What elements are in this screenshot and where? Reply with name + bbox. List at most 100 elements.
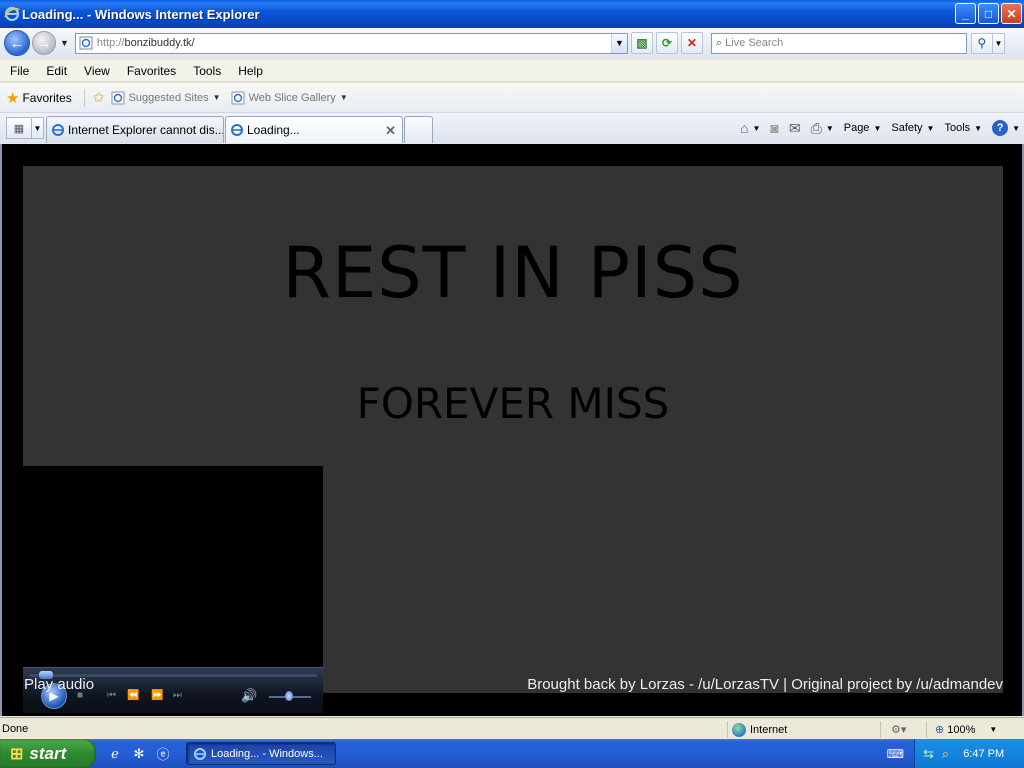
help-button[interactable]: ? ▼ (992, 120, 1020, 136)
quick-tabs-button[interactable]: ▦ (6, 117, 32, 139)
zoom-level: 100% (947, 723, 976, 736)
globe-icon (732, 722, 746, 737)
security-zone[interactable]: Internet (727, 721, 877, 738)
command-bar: ⌂ ▼ ◙ ✉ ⎙ ▼ Page ▼ Safety ▼ Tools ▼ ? ▼ (730, 117, 1020, 139)
menu-bar: File Edit View Favorites Tools Help (0, 60, 1024, 82)
menu-favorites[interactable]: Favorites (117, 64, 183, 78)
new-tab-button[interactable] (404, 116, 433, 143)
print-button[interactable]: ⎙ ▼ (811, 120, 834, 137)
printer-icon: ⎙ (810, 119, 822, 136)
chevron-down-icon: ▼ (339, 93, 348, 102)
search-options-dropdown[interactable]: ▼ (992, 32, 1005, 54)
safety-menu[interactable]: Safety ▼ (891, 122, 934, 134)
protected-mode-indicator[interactable]: ⚙▾ (880, 721, 924, 738)
tab-list-dropdown[interactable]: ▼ (32, 117, 44, 139)
search-tray-icon[interactable]: ⌕ (942, 746, 949, 762)
tools-menu[interactable]: Tools ▼ (944, 122, 982, 134)
protected-mode-icon: ⚙▾ (891, 724, 907, 736)
search-placeholder: Live Search (725, 37, 784, 49)
favorites-star-icon[interactable]: ★ (6, 89, 19, 107)
browser-quicklaunch-icon[interactable]: ⓔ (154, 745, 172, 763)
clock: 6:47 PM (963, 747, 1005, 760)
keyboard-icon[interactable]: ⌨ (887, 747, 904, 761)
menu-file[interactable]: File (0, 64, 36, 78)
favorites-button[interactable]: Favorites (22, 91, 71, 105)
page-headline: REST IN PISS (282, 232, 744, 314)
refresh-icon: ⟳ (661, 36, 672, 50)
zoom-control[interactable]: ⊕ 100% ▼ (926, 721, 1022, 738)
mail-icon: ✉ (788, 119, 801, 136)
network-icon[interactable]: ⇆ (923, 746, 934, 762)
recent-pages-dropdown[interactable]: ▼ (60, 38, 69, 48)
feeds-button[interactable]: ◙ (770, 120, 778, 136)
search-icon: ⌕ (715, 36, 723, 49)
page-icon (79, 36, 93, 50)
zoom-icon: ⊕ (935, 724, 945, 736)
ie-page-icon (111, 91, 125, 104)
close-tab-icon[interactable]: ✕ (385, 123, 396, 139)
suggested-sites-link[interactable]: Suggested Sites ▼ (111, 91, 221, 105)
chevron-down-icon: ▼ (989, 725, 998, 734)
forward-button[interactable]: → (32, 31, 56, 55)
maximize-button[interactable]: □ (978, 3, 999, 24)
read-mail-button[interactable]: ✉ (789, 120, 801, 137)
chevron-down-icon: ▼ (212, 93, 221, 102)
tab-cannot-display[interactable]: Internet Explorer cannot dis... (46, 116, 224, 143)
tab-loading[interactable]: Loading... ✕ (225, 116, 403, 143)
fast-forward-icon[interactable]: ⏩ (151, 690, 163, 701)
magnifier-icon: ⚲ (977, 36, 987, 50)
window-controls: _ □ ✕ (955, 3, 1022, 24)
arrow-left-icon: ← (9, 34, 25, 52)
credits-text: Brought back by Lorzas - /u/LorzasTV | O… (527, 676, 1003, 693)
status-bar: Done Internet ⚙▾ ⊕ 100% ▼ (0, 717, 1024, 739)
home-icon: ⌂ (740, 120, 749, 136)
back-button[interactable]: ← (4, 30, 30, 56)
start-button[interactable]: ⊞ start (0, 739, 96, 768)
home-button[interactable]: ⌂ ▼ (740, 120, 760, 136)
minimize-button[interactable]: _ (955, 3, 976, 24)
next-track-icon[interactable]: ⏭ (173, 690, 182, 701)
internet-explorer-icon (4, 6, 20, 22)
title-bar[interactable]: Loading... - Windows Internet Explorer _… (0, 0, 1024, 28)
tab-row: ▦ ▼ Internet Explorer cannot dis... Load… (0, 113, 1024, 143)
menu-help[interactable]: Help (228, 64, 270, 78)
compatibility-view-button[interactable]: ▧ (630, 32, 653, 54)
play-audio-link[interactable]: Play audio (24, 676, 94, 693)
quick-launch: ℯ ✻ ⓔ (106, 745, 172, 763)
url-text: http://bonzibuddy.tk/ (96, 37, 195, 49)
search-input[interactable]: ⌕ Live Search (710, 32, 967, 54)
windows-flag-icon: ⊞ (10, 745, 24, 763)
ie-quicklaunch-icon[interactable]: ℯ (106, 745, 124, 763)
ie-page-icon (231, 91, 245, 104)
stop-icon: ✕ (686, 36, 697, 50)
rewind-icon[interactable]: ⏪ (127, 690, 139, 701)
address-input[interactable]: http://bonzibuddy.tk/ ▼ (74, 32, 628, 54)
internet-explorer-icon (52, 124, 64, 136)
web-page-viewport[interactable]: REST IN PISS FOREVER MISS Play audio Bro… (0, 144, 1024, 716)
address-dropdown[interactable]: ▼ (610, 33, 627, 53)
refresh-button[interactable]: ⟳ (655, 32, 678, 54)
media-quicklaunch-icon[interactable]: ✻ (130, 745, 148, 763)
menu-edit[interactable]: Edit (36, 64, 74, 78)
favorites-bar: ★ Favorites ✩ Suggested Sites ▼ Web Slic… (0, 83, 1024, 113)
page-stage: REST IN PISS FOREVER MISS Play audio Bro… (23, 166, 1003, 713)
volume-thumb[interactable] (285, 691, 293, 701)
divider (83, 88, 85, 107)
internet-explorer-icon (194, 747, 206, 760)
web-slice-gallery-link[interactable]: Web Slice Gallery ▼ (231, 91, 348, 105)
close-button[interactable]: ✕ (1001, 3, 1022, 24)
taskbar-item-ie[interactable]: Loading... - Windows... (186, 742, 336, 765)
volume-icon[interactable]: 🔊 (241, 688, 257, 704)
stop-button[interactable]: ✕ (680, 32, 703, 54)
help-icon: ? (992, 120, 1009, 136)
menu-view[interactable]: View (74, 64, 117, 78)
add-to-favorites-icon[interactable]: ✩ (93, 89, 105, 106)
page-subheadline: FOREVER MISS (356, 379, 670, 428)
system-tray: ⇆ ⌕ 6:47 PM (914, 739, 1024, 768)
internet-explorer-icon (231, 124, 243, 136)
rss-icon: ◙ (770, 120, 779, 136)
page-menu[interactable]: Page ▼ (844, 122, 882, 134)
menu-tools[interactable]: Tools (183, 64, 228, 78)
previous-track-icon[interactable]: ⏮ (107, 690, 116, 701)
search-button[interactable]: ⚲ (970, 32, 993, 54)
